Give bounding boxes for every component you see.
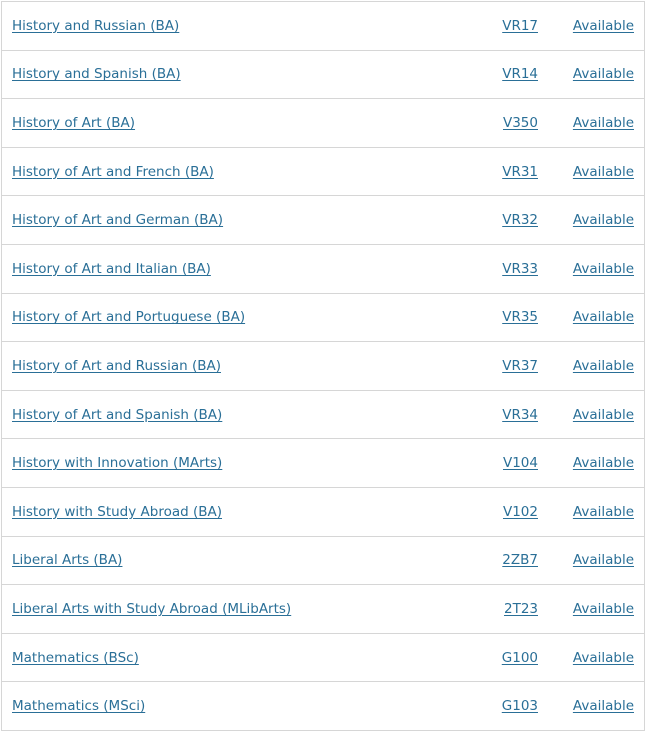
course-code-link[interactable]: VR35 bbox=[458, 309, 538, 325]
availability-link[interactable]: Available bbox=[573, 455, 634, 471]
table-row: History with Innovation (MArts) V104 Ava… bbox=[2, 439, 644, 488]
table-row: History with Study Abroad (BA) V102 Avai… bbox=[2, 488, 644, 537]
course-table: History and Russian (BA) VR17 Available … bbox=[1, 1, 645, 731]
table-row: History of Art and German (BA) VR32 Avai… bbox=[2, 196, 644, 245]
course-code-link[interactable]: VR37 bbox=[458, 358, 538, 374]
course-link[interactable]: History of Art and French (BA) bbox=[12, 164, 214, 180]
availability-link[interactable]: Available bbox=[573, 115, 634, 131]
availability-link[interactable]: Available bbox=[573, 164, 634, 180]
course-code-link[interactable]: 2T23 bbox=[458, 601, 538, 617]
course-link[interactable]: History of Art and Russian (BA) bbox=[12, 358, 221, 374]
course-link[interactable]: Mathematics (BSc) bbox=[12, 650, 139, 666]
course-code-link[interactable]: G100 bbox=[458, 650, 538, 666]
availability-link[interactable]: Available bbox=[573, 66, 634, 82]
course-link[interactable]: History of Art and German (BA) bbox=[12, 212, 223, 228]
table-row: History of Art and Italian (BA) VR33 Ava… bbox=[2, 245, 644, 294]
table-row: Liberal Arts (BA) 2ZB7 Available bbox=[2, 537, 644, 586]
course-link[interactable]: History of Art and Italian (BA) bbox=[12, 261, 211, 277]
availability-link[interactable]: Available bbox=[573, 552, 634, 568]
course-code-link[interactable]: VR33 bbox=[458, 261, 538, 277]
course-code-link[interactable]: VR34 bbox=[458, 407, 538, 423]
course-code-link[interactable]: V102 bbox=[458, 504, 538, 520]
course-code-link[interactable]: V104 bbox=[458, 455, 538, 471]
course-link[interactable]: History of Art (BA) bbox=[12, 115, 135, 131]
course-link[interactable]: Mathematics (MSci) bbox=[12, 698, 145, 714]
course-code-link[interactable]: VR31 bbox=[458, 164, 538, 180]
table-row: History of Art and Russian (BA) VR37 Ava… bbox=[2, 342, 644, 391]
availability-link[interactable]: Available bbox=[573, 407, 634, 423]
availability-link[interactable]: Available bbox=[573, 18, 634, 34]
availability-link[interactable]: Available bbox=[573, 261, 634, 277]
course-code-link[interactable]: VR14 bbox=[458, 66, 538, 82]
course-link[interactable]: History of Art and Portuguese (BA) bbox=[12, 309, 245, 325]
table-row: History and Spanish (BA) VR14 Available bbox=[2, 51, 644, 100]
availability-link[interactable]: Available bbox=[573, 212, 634, 228]
course-code-link[interactable]: VR17 bbox=[458, 18, 538, 34]
availability-link[interactable]: Available bbox=[573, 698, 634, 714]
availability-link[interactable]: Available bbox=[573, 504, 634, 520]
course-code-link[interactable]: 2ZB7 bbox=[458, 552, 538, 568]
table-row: History of Art and French (BA) VR31 Avai… bbox=[2, 148, 644, 197]
course-link[interactable]: Liberal Arts (BA) bbox=[12, 552, 122, 568]
course-link[interactable]: History and Spanish (BA) bbox=[12, 66, 181, 82]
course-link[interactable]: History with Study Abroad (BA) bbox=[12, 504, 222, 520]
course-link[interactable]: Liberal Arts with Study Abroad (MLibArts… bbox=[12, 601, 291, 617]
availability-link[interactable]: Available bbox=[573, 309, 634, 325]
course-code-link[interactable]: G103 bbox=[458, 698, 538, 714]
availability-link[interactable]: Available bbox=[573, 601, 634, 617]
table-row: History of Art and Portuguese (BA) VR35 … bbox=[2, 294, 644, 343]
table-row: Mathematics (BSc) G100 Available bbox=[2, 634, 644, 683]
course-code-link[interactable]: VR32 bbox=[458, 212, 538, 228]
availability-link[interactable]: Available bbox=[573, 358, 634, 374]
table-row: Mathematics (MSci) G103 Available bbox=[2, 682, 644, 731]
table-row: History of Art and Spanish (BA) VR34 Ava… bbox=[2, 391, 644, 440]
course-link[interactable]: History of Art and Spanish (BA) bbox=[12, 407, 222, 423]
availability-link[interactable]: Available bbox=[573, 650, 634, 666]
table-row: History of Art (BA) V350 Available bbox=[2, 99, 644, 148]
table-row: History and Russian (BA) VR17 Available bbox=[2, 2, 644, 51]
course-code-link[interactable]: V350 bbox=[458, 115, 538, 131]
course-link[interactable]: History with Innovation (MArts) bbox=[12, 455, 222, 471]
table-row: Liberal Arts with Study Abroad (MLibArts… bbox=[2, 585, 644, 634]
course-link[interactable]: History and Russian (BA) bbox=[12, 18, 179, 34]
